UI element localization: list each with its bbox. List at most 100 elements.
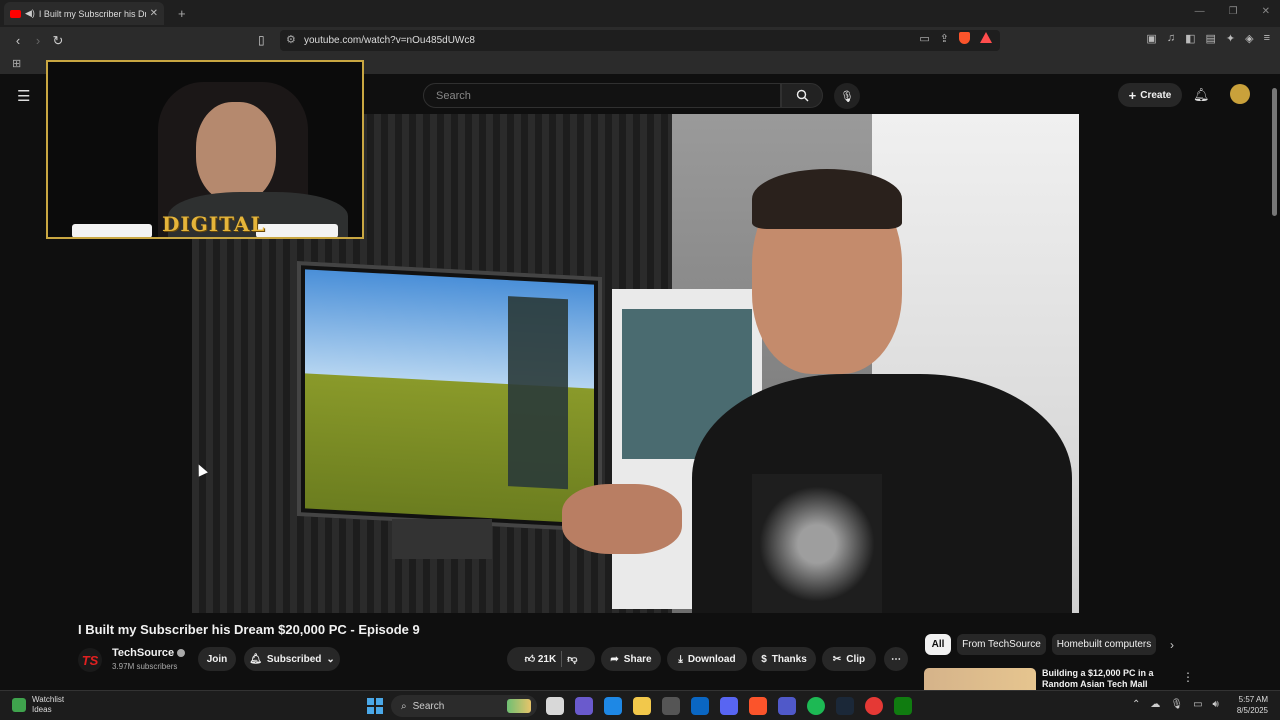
like-button[interactable]: 👍︎ 21K	[525, 653, 557, 665]
webcam-overlay: DIGITAL	[46, 60, 364, 239]
browser-tab[interactable]: ◀) I Built my Subscriber his Dream ✕	[4, 2, 164, 25]
steam-icon[interactable]	[836, 697, 854, 715]
network-icon[interactable]: ▭	[1193, 699, 1202, 710]
video-frame-hand	[562, 484, 682, 554]
guide-menu-icon[interactable]: ☰	[17, 87, 30, 105]
more-actions-button[interactable]: ⋯	[884, 647, 908, 671]
dislike-button[interactable]: 👎︎	[567, 653, 577, 665]
thanks-button[interactable]: $ Thanks	[752, 647, 816, 671]
search-input[interactable]: Search	[423, 83, 781, 108]
browser-toolbar: ‹ › ↻ ▯ ⚙ youtube.com/watch?v=nOu485dUWc…	[0, 27, 1280, 54]
close-tab-icon[interactable]: ✕	[150, 8, 158, 19]
taskbar-search-label: Search	[412, 700, 445, 712]
store-icon[interactable]	[662, 697, 680, 715]
mic-tray-icon[interactable]: 🎙	[1170, 699, 1183, 710]
close-window-icon[interactable]: ✕	[1262, 6, 1270, 17]
search-highlight-icon	[507, 699, 531, 713]
youtube-favicon-icon	[10, 9, 21, 18]
tab-title: I Built my Subscriber his Dream	[38, 8, 146, 19]
bell-icon: 🔔︎	[249, 653, 262, 665]
maximize-icon[interactable]: ❐	[1229, 6, 1238, 17]
site-settings-icon[interactable]: ⚙	[286, 33, 296, 46]
chip-all[interactable]: All	[925, 634, 951, 655]
share-page-icon[interactable]: ⇪	[940, 32, 949, 45]
spotify-icon[interactable]	[807, 697, 825, 715]
scissors-icon: ✂	[832, 653, 842, 665]
menu-icon[interactable]: ≡	[1264, 32, 1270, 45]
task-view-icon[interactable]	[546, 697, 564, 715]
sidebar-icon[interactable]: ◧	[1185, 32, 1195, 45]
brave-icon[interactable]	[749, 697, 767, 715]
brave-shields-icon[interactable]	[959, 32, 970, 44]
copilot-icon[interactable]	[575, 697, 593, 715]
brave-rewards-icon[interactable]	[980, 32, 992, 43]
like-divider	[561, 651, 563, 667]
leo-ai-icon[interactable]: ✦	[1226, 32, 1235, 45]
discord-icon[interactable]	[720, 697, 738, 715]
wallet-icon[interactable]: ▣	[1146, 32, 1156, 45]
join-button[interactable]: Join	[198, 647, 236, 671]
taskbar-search[interactable]: ⌕ Search	[391, 695, 537, 717]
download-button[interactable]: ⤓ Download	[667, 647, 747, 671]
volume-icon[interactable]: 🔊︎	[1213, 699, 1219, 710]
start-button[interactable]	[367, 698, 383, 714]
edge-icon[interactable]	[604, 697, 622, 715]
file-explorer-icon[interactable]	[633, 697, 651, 715]
taskbar-clock[interactable]: 5:57 AM 8/5/2025	[1232, 694, 1268, 716]
video-frame-monitor	[297, 261, 602, 532]
extensions-icon[interactable]: ▤	[1205, 32, 1215, 45]
recommended-thumbnail[interactable]	[924, 668, 1036, 690]
speaker-icon[interactable]: ◀)	[25, 8, 35, 19]
chip-topic[interactable]: Homebuilt computers	[1052, 634, 1156, 655]
chevron-right-icon[interactable]: ›	[1170, 638, 1174, 652]
forward-icon[interactable]: ›	[28, 33, 48, 48]
bookmark-icon[interactable]: ▯	[258, 33, 265, 47]
obs-icon[interactable]	[865, 697, 883, 715]
apps-grid-icon[interactable]: ⊞	[12, 57, 21, 70]
channel-avatar[interactable]: TS	[78, 648, 102, 672]
recommended-title[interactable]: Building a $12,000 PC in a Random Asian …	[1042, 668, 1172, 690]
recommended-more-icon[interactable]: ⋮	[1182, 670, 1194, 684]
window-controls: — ❐ ✕	[1195, 6, 1270, 17]
address-bar-actions: ▭ ⇪	[919, 32, 992, 45]
xbox-icon[interactable]	[894, 697, 912, 715]
video-frame-person-hair	[752, 169, 902, 229]
outlook-icon[interactable]	[691, 697, 709, 715]
notifications-bell-icon[interactable]: 🔔︎	[1193, 87, 1210, 103]
back-icon[interactable]: ‹	[8, 33, 28, 48]
page-scrollbar[interactable]	[1272, 88, 1277, 216]
address-bar[interactable]: ⚙ youtube.com/watch?v=nOu485dUWc8 ▭ ⇪	[280, 30, 1000, 51]
webcam-face	[196, 102, 276, 202]
account-avatar[interactable]	[1230, 84, 1250, 104]
widgets-line1: Watchlist	[32, 695, 65, 704]
join-label: Join	[206, 653, 228, 665]
search-icon	[796, 89, 808, 102]
clip-button[interactable]: ✂ Clip	[822, 647, 876, 671]
url-text: youtube.com/watch?v=nOu485dUWc8	[304, 35, 475, 46]
video-frame-monitor-stand	[392, 519, 492, 559]
video-frame-person-body	[692, 374, 1072, 613]
widgets-line2: Ideas	[32, 705, 52, 714]
cast-icon[interactable]: ▭	[919, 32, 929, 45]
share-button[interactable]: ➦ Share	[601, 647, 661, 671]
tray-overflow-icon[interactable]: ⌃	[1132, 699, 1140, 710]
channel-name[interactable]: TechSource	[112, 647, 186, 659]
subscribed-button[interactable]: 🔔︎ Subscribed ⌄	[244, 647, 340, 671]
reload-icon[interactable]: ↻	[48, 33, 68, 49]
vpn-icon[interactable]: ◈	[1245, 32, 1253, 45]
search-button[interactable]	[781, 83, 823, 108]
share-label: Share	[623, 653, 652, 665]
create-button[interactable]: + Create	[1118, 83, 1182, 107]
music-icon[interactable]: ♫	[1167, 32, 1175, 45]
onedrive-icon[interactable]: ☁	[1150, 699, 1160, 710]
chip-from-channel[interactable]: From TechSource	[957, 634, 1046, 655]
taskbar-apps	[546, 697, 912, 715]
windows-taskbar: Watchlist Ideas ⌕ Search ⌃ ☁ 🎙 ▭ 🔊︎ 5:57…	[0, 690, 1280, 720]
minimize-icon[interactable]: —	[1195, 6, 1205, 17]
subscribed-label: Subscribed	[266, 653, 322, 665]
widgets-button[interactable]: Watchlist Ideas	[12, 695, 64, 715]
teams-icon[interactable]	[778, 697, 796, 715]
new-tab-button[interactable]: +	[178, 6, 186, 21]
download-icon: ⤓	[678, 653, 683, 665]
voice-search-button[interactable]: 🎙	[834, 83, 860, 109]
